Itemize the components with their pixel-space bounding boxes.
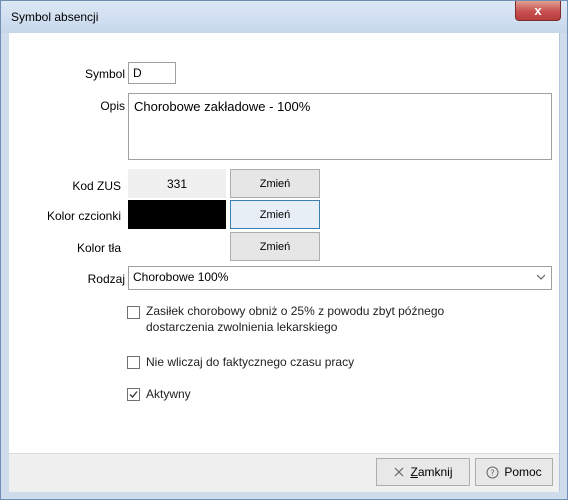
aktywny-label: Aktywny: [146, 387, 191, 401]
chevron-down-icon: [537, 274, 545, 280]
title-bar[interactable]: Symbol absencji x: [1, 1, 567, 33]
nie-wliczaj-checkbox[interactable]: [127, 356, 140, 369]
close-x-icon: [395, 467, 404, 477]
kolor-czcionki-swatch: [128, 200, 226, 229]
symbol-input[interactable]: D: [128, 62, 176, 84]
window-title: Symbol absencji: [11, 10, 99, 24]
zmien-kod-zus-button[interactable]: Zmień: [230, 169, 320, 198]
zmien-kolor-tla-button[interactable]: Zmień: [230, 232, 320, 261]
window-close-button[interactable]: x: [515, 1, 561, 21]
rodzaj-label: Rodzaj: [87, 272, 125, 286]
kod-zus-value: 331: [128, 169, 226, 198]
zasilek-obniz-label-line2: dostarczenia zwolnienia lekarskiego: [146, 320, 338, 334]
rodzaj-selected-value: Chorobowe 100%: [133, 270, 229, 284]
dialog-window: Symbol absencji x Symbol D Opis Chorobow…: [0, 0, 568, 500]
symbol-label: Symbol: [84, 67, 125, 81]
kod-zus-label: Kod ZUS: [72, 179, 121, 193]
aktywny-checkbox[interactable]: [127, 388, 140, 401]
pomoc-label: Pomoc: [504, 465, 542, 479]
window-frame-left: [1, 33, 9, 491]
dialog-footer: Zamknij ? Pomoc: [9, 453, 559, 492]
kolor-tla-label: Kolor tła: [76, 241, 121, 255]
zasilek-obniz-checkbox[interactable]: [127, 306, 140, 319]
help-circle-icon: ?: [486, 466, 499, 478]
zasilek-obniz-label-line1: Zasiłek chorobowy obniż o 25% z powodu z…: [146, 304, 445, 318]
checkmark-icon: [129, 391, 138, 398]
zamknij-label: Zamknij: [410, 465, 453, 479]
svg-text:?: ?: [491, 468, 495, 477]
pomoc-button[interactable]: ? Pomoc: [475, 458, 553, 486]
rodzaj-dropdown[interactable]: Chorobowe 100%: [128, 266, 552, 290]
zmien-kolor-czcionki-button[interactable]: Zmień: [230, 200, 320, 229]
dialog-body: Symbol D Opis Chorobowe zakładowe - 100%…: [9, 33, 560, 492]
kolor-tla-swatch: [128, 232, 226, 261]
kolor-czcionki-label: Kolor czcionki: [46, 209, 121, 223]
close-icon: x: [534, 3, 542, 18]
opis-label: Opis: [100, 99, 125, 113]
opis-textarea[interactable]: Chorobowe zakładowe - 100%: [128, 93, 552, 160]
zamknij-button[interactable]: Zamknij: [376, 458, 470, 486]
nie-wliczaj-label: Nie wliczaj do faktycznego czasu pracy: [146, 355, 355, 369]
